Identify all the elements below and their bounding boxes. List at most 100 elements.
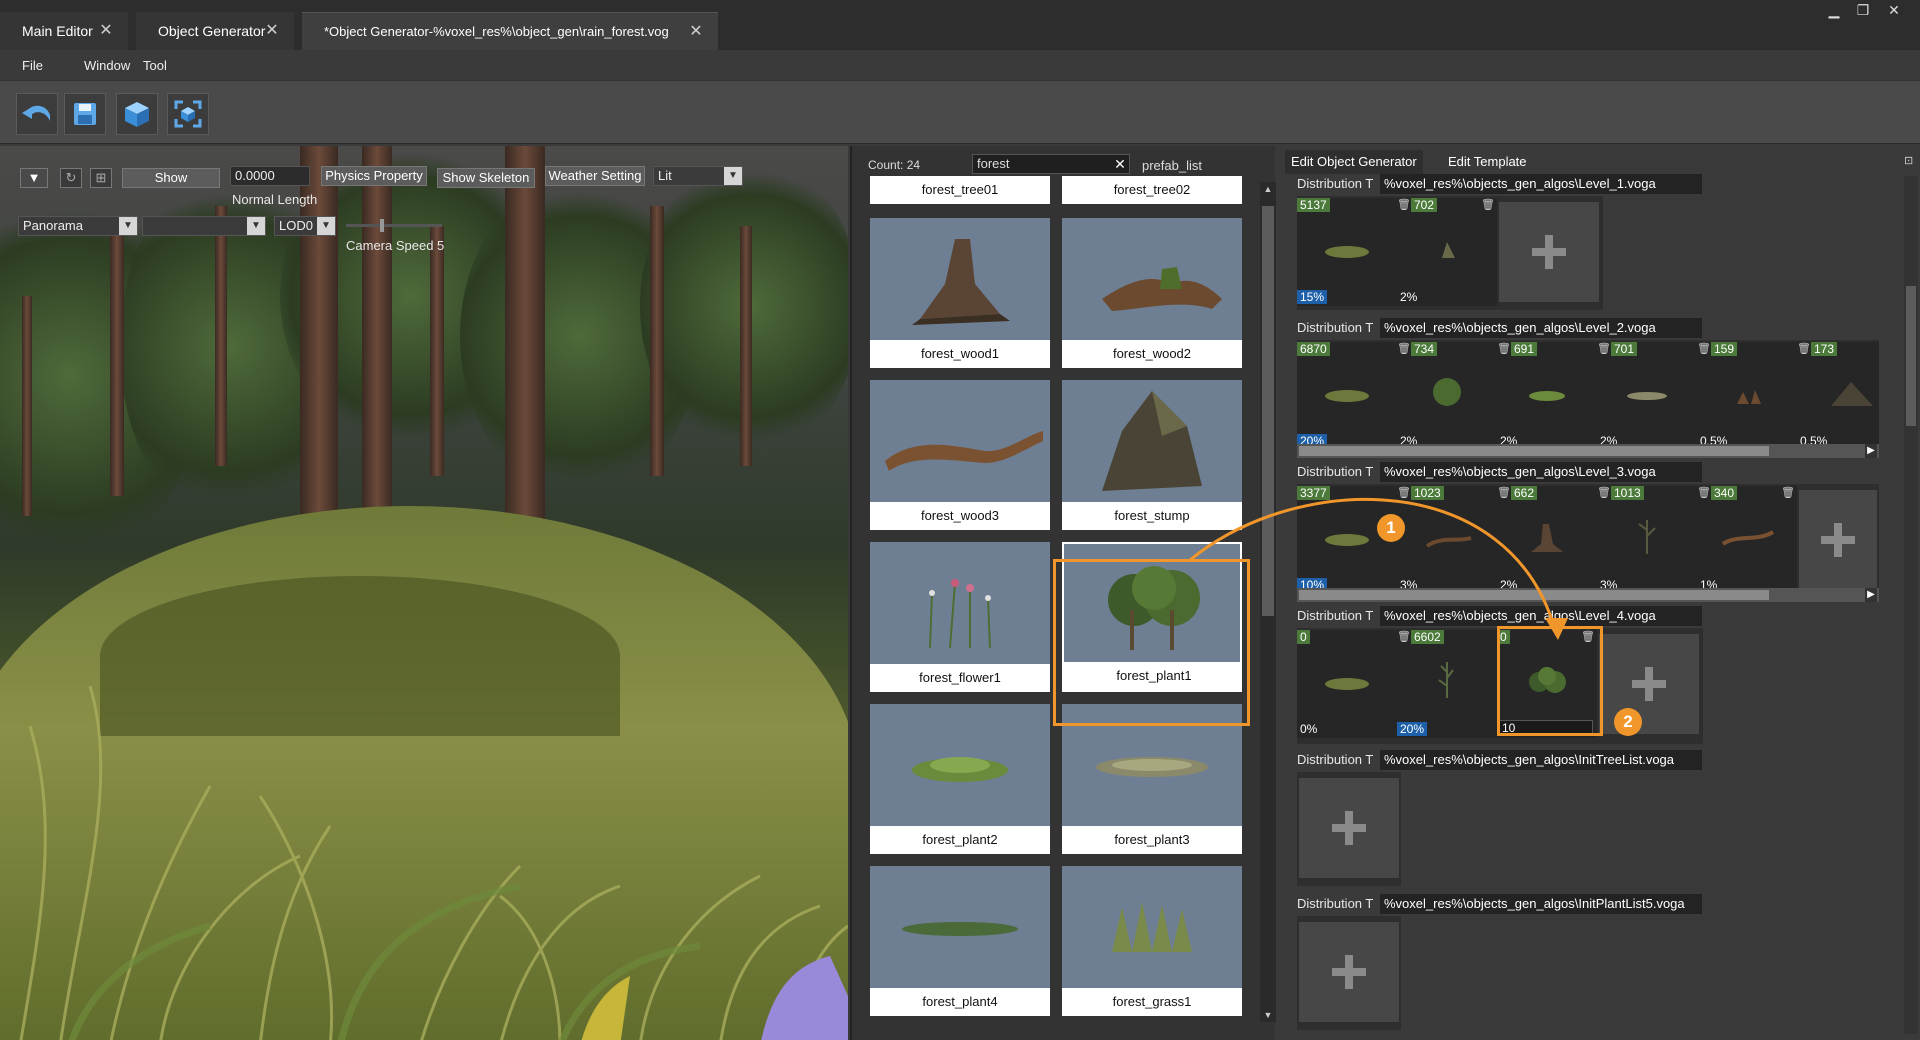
- distribution-path[interactable]: %voxel_res%\objects_gen_algos\Level_3.vo…: [1380, 462, 1702, 482]
- object-slot[interactable]: 🗑 173 0.5%: [1797, 342, 1879, 450]
- level-2-scrollbar[interactable]: ▶: [1297, 444, 1879, 458]
- show-skeleton-button[interactable]: Show Skeleton: [437, 168, 535, 188]
- scroll-right-icon[interactable]: ▶: [1865, 588, 1877, 602]
- delete-icon[interactable]: 🗑: [1797, 342, 1811, 356]
- delete-icon[interactable]: 🗑: [1697, 486, 1711, 500]
- distribution-path[interactable]: %voxel_res%\objects_gen_algos\Level_2.vo…: [1380, 318, 1702, 338]
- grass-thumbnail: [1112, 902, 1192, 952]
- asset-card[interactable]: forest_wood1: [870, 218, 1050, 368]
- slot-thumbnail: [1325, 246, 1369, 258]
- tab-edit-template[interactable]: Edit Template: [1442, 150, 1533, 174]
- delete-icon[interactable]: 🗑: [1781, 486, 1795, 500]
- plus-icon: [1332, 955, 1366, 989]
- menu-tool[interactable]: Tool: [143, 58, 167, 73]
- object-slot[interactable]: 🗑 1013 3%: [1597, 486, 1697, 594]
- normal-length-label: Normal Length: [232, 192, 318, 207]
- asset-card[interactable]: forest_grass1: [1062, 866, 1242, 1016]
- plant-thumbnail: [912, 757, 1008, 782]
- undo-button[interactable]: [16, 93, 58, 135]
- tab-main-editor[interactable]: Main Editor ✕: [0, 12, 128, 50]
- asset-card[interactable]: forest_tree01: [870, 176, 1050, 204]
- object-slot[interactable]: 🗑 691 2%: [1497, 342, 1597, 450]
- close-window-icon[interactable]: ✕: [1880, 2, 1908, 20]
- delete-icon[interactable]: 🗑: [1597, 342, 1611, 356]
- pin-icon[interactable]: ⊡: [1904, 154, 1918, 168]
- object-slot[interactable]: 6870 20%: [1297, 342, 1397, 450]
- scrollbar-thumb[interactable]: [1299, 446, 1769, 456]
- asset-card[interactable]: forest_flower1: [870, 542, 1050, 692]
- tab-object-generator[interactable]: Object Generator ✕: [136, 12, 294, 50]
- add-object-button[interactable]: [1799, 490, 1877, 590]
- menu-window[interactable]: Window: [84, 58, 130, 73]
- viewport-menu-button[interactable]: ▼: [20, 168, 48, 188]
- scroll-right-icon[interactable]: ▶: [1865, 444, 1877, 458]
- delete-icon[interactable]: 🗑: [1397, 198, 1411, 212]
- delete-icon[interactable]: 🗑: [1497, 342, 1511, 356]
- asset-card[interactable]: forest_wood3: [870, 380, 1050, 530]
- camera-mode-select[interactable]: Panorama ▼: [18, 216, 138, 236]
- object-slot[interactable]: 🗑 340 🗑 1%: [1697, 486, 1797, 594]
- tab-edit-object-generator[interactable]: Edit Object Generator: [1285, 150, 1423, 174]
- object-slot[interactable]: 5137 15%: [1297, 198, 1397, 306]
- restore-icon[interactable]: ❐: [1849, 2, 1877, 20]
- asset-card[interactable]: forest_wood2: [1062, 218, 1242, 368]
- object-slot[interactable]: 🗑 702 🗑 2%: [1397, 198, 1497, 306]
- level-slots: 5137 15% 🗑 702 🗑 2%: [1297, 196, 1603, 310]
- step-1-badge: 1: [1377, 514, 1405, 542]
- distribution-path[interactable]: %voxel_res%\objects_gen_algos\Level_1.vo…: [1380, 174, 1702, 194]
- secondary-select[interactable]: ▼: [142, 216, 266, 236]
- frame-button[interactable]: [167, 93, 209, 135]
- slider-handle[interactable]: [380, 219, 384, 232]
- close-icon[interactable]: ✕: [264, 23, 280, 39]
- add-object-button[interactable]: [1499, 202, 1599, 302]
- distribution-path[interactable]: %voxel_res%\objects_gen_algos\InitPlantL…: [1380, 894, 1702, 914]
- scrollbar-thumb[interactable]: [1906, 286, 1916, 426]
- asset-card[interactable]: forest_plant2: [870, 704, 1050, 854]
- distribution-path[interactable]: %voxel_res%\objects_gen_algos\InitTreeLi…: [1380, 750, 1702, 770]
- level-slots: [1297, 916, 1401, 1030]
- slot-thumbnail: [1638, 520, 1656, 554]
- object-button[interactable]: [116, 93, 158, 135]
- lod-select[interactable]: LOD0 ▼: [274, 216, 336, 236]
- scroll-down-icon[interactable]: ▼: [1260, 1008, 1276, 1022]
- asset-card[interactable]: forest_plant3: [1062, 704, 1242, 854]
- delete-icon[interactable]: 🗑: [1697, 342, 1711, 356]
- normal-length-input[interactable]: 0.0000: [230, 166, 310, 186]
- asset-card[interactable]: forest_tree02: [1062, 176, 1242, 204]
- tree-trunk: [215, 206, 227, 466]
- plus-icon: [1332, 811, 1366, 845]
- asset-thumbnail: [870, 218, 1050, 340]
- object-slot[interactable]: 🗑 701 2%: [1597, 342, 1697, 450]
- refresh-icon[interactable]: ↻: [60, 168, 82, 188]
- tab-rain-forest-file[interactable]: *Object Generator-%voxel_res%\object_gen…: [302, 12, 718, 50]
- search-input[interactable]: forest: [972, 154, 1130, 174]
- object-slot[interactable]: 🗑 734 2%: [1397, 342, 1497, 450]
- asset-card[interactable]: forest_plant4: [870, 866, 1050, 1016]
- save-button[interactable]: [64, 93, 106, 135]
- menu-file[interactable]: File: [22, 58, 43, 73]
- minimize-icon[interactable]: ▁: [1820, 2, 1848, 20]
- asset-list-header: Count: 24 forest ✕ prefab_list: [852, 146, 1277, 178]
- slot-count: 159: [1711, 342, 1738, 356]
- slot-count: 701: [1611, 342, 1638, 356]
- delete-icon[interactable]: 🗑: [1597, 486, 1611, 500]
- add-object-button[interactable]: [1299, 922, 1399, 1022]
- camera-speed-slider[interactable]: [346, 219, 442, 232]
- physics-property-button[interactable]: Physics Property: [321, 166, 427, 186]
- delete-icon[interactable]: 🗑: [1481, 198, 1495, 212]
- scene-viewport[interactable]: ▼ ↻ ⊞ Show 0.0000 Normal Length Physics …: [0, 146, 848, 1040]
- object-slot[interactable]: 🗑 159 0.5%: [1697, 342, 1797, 450]
- tree-trunk: [430, 226, 444, 476]
- clear-search-icon[interactable]: ✕: [1110, 154, 1130, 174]
- lighting-mode-select[interactable]: Lit ▼: [653, 166, 743, 186]
- grid-icon[interactable]: ⊞: [90, 168, 112, 188]
- delete-icon[interactable]: 🗑: [1397, 342, 1411, 356]
- edit-panel-scrollbar[interactable]: [1904, 176, 1918, 1034]
- close-icon[interactable]: ✕: [688, 24, 704, 40]
- weather-setting-button[interactable]: Weather Setting: [545, 166, 645, 186]
- close-icon[interactable]: ✕: [98, 23, 114, 39]
- show-button[interactable]: Show: [122, 168, 220, 188]
- scroll-up-icon[interactable]: ▲: [1260, 182, 1276, 196]
- add-object-button[interactable]: [1299, 778, 1399, 878]
- asset-label: forest_grass1: [1062, 988, 1242, 1016]
